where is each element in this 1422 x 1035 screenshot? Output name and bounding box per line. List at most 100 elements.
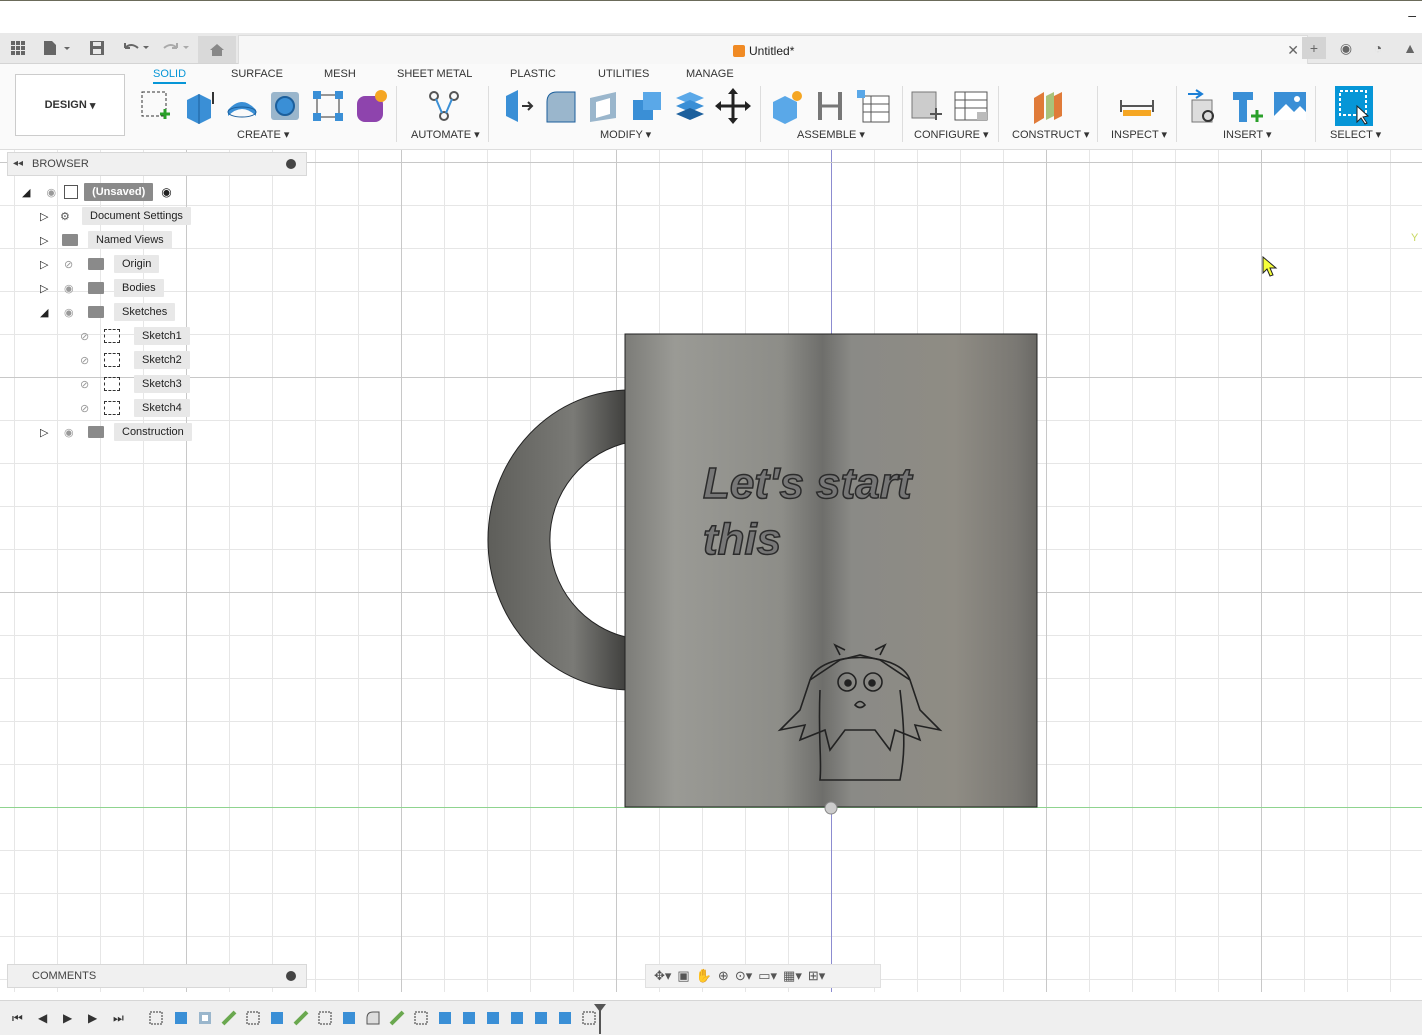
tab-plastic[interactable]: PLASTIC (510, 68, 556, 80)
insert-mcmaster-icon[interactable] (1229, 88, 1265, 124)
go-to-start-icon[interactable]: ⏮ (12, 1011, 23, 1026)
group-automate[interactable]: AUTOMATE ▾ (411, 128, 480, 141)
timeline-sweep-icon[interactable] (389, 1010, 405, 1026)
look-at-icon[interactable]: ▣ (677, 968, 689, 984)
timeline-extrude-icon[interactable] (341, 1010, 357, 1026)
hidden-eye-icon[interactable]: ⊘ (64, 258, 88, 271)
group-inspect[interactable]: INSPECT ▾ (1111, 128, 1167, 141)
comments-panel-header[interactable]: COMMENTS (7, 964, 307, 988)
tab-surface[interactable]: SURFACE (231, 68, 283, 80)
bill-of-materials-icon[interactable] (855, 88, 891, 124)
pan-icon[interactable]: ✋ (696, 968, 712, 984)
activate-radio-icon[interactable]: ◉ (161, 185, 171, 199)
insert-canvas-icon[interactable] (1272, 88, 1308, 124)
visibility-eye-icon[interactable]: ◉ (64, 426, 88, 439)
tab-utilities[interactable]: UTILITIES (598, 68, 649, 80)
select-tool-button[interactable] (1335, 86, 1373, 126)
browser-panel-header[interactable]: ◂◂ BROWSER (7, 152, 307, 176)
tree-root[interactable]: ◢ ◉ (Unsaved) ◉ (22, 182, 172, 202)
visibility-eye-icon[interactable]: ◉ (64, 282, 88, 295)
display-settings-icon[interactable]: ▭▾ (758, 968, 777, 984)
expand-triangle-icon[interactable]: ▷ (40, 210, 60, 223)
grid-settings-icon[interactable]: ▦▾ (783, 968, 802, 984)
document-tab[interactable]: Untitled* ✕ (238, 35, 1308, 64)
extensions-icon[interactable]: ◉ (1334, 37, 1358, 59)
tab-mesh[interactable]: MESH (324, 68, 356, 80)
automate-icon[interactable] (426, 88, 462, 124)
minimize-icon[interactable]: – (1408, 7, 1416, 23)
move-copy-icon[interactable] (715, 88, 751, 124)
insert-derive-icon[interactable] (1186, 88, 1222, 124)
expand-triangle-icon[interactable]: ▷ (40, 234, 62, 247)
redo-icon[interactable] (161, 39, 191, 57)
expand-triangle-icon[interactable]: ▷ (40, 426, 64, 439)
tree-item-sketch3[interactable]: ⊘ Sketch3 (80, 374, 190, 394)
viewport-canvas[interactable]: Let's start this Y (0, 150, 1422, 992)
timeline-sketch-icon[interactable] (317, 1010, 333, 1026)
hidden-eye-icon[interactable]: ⊘ (80, 378, 104, 391)
tab-solid[interactable]: SOLID (153, 68, 187, 84)
hidden-eye-icon[interactable]: ⊘ (80, 330, 104, 343)
tree-item-bodies[interactable]: ▷ ◉ Bodies (40, 278, 164, 298)
collapse-panel-icon[interactable]: ◂◂ (13, 158, 23, 169)
expand-triangle-icon[interactable]: ▷ (40, 258, 64, 271)
app-grid-icon[interactable] (10, 39, 26, 57)
close-tab-icon[interactable]: ✕ (1287, 42, 1299, 59)
tree-item-sketch1[interactable]: ⊘ Sketch1 (80, 326, 190, 346)
timeline-sketch-icon[interactable] (148, 1010, 164, 1026)
joint-icon[interactable] (812, 88, 848, 124)
timeline-sweep-icon[interactable] (221, 1010, 237, 1026)
play-icon[interactable]: ▶ (63, 1011, 72, 1025)
tree-item-sketch2[interactable]: ⊘ Sketch2 (80, 350, 190, 370)
new-component-icon[interactable] (769, 88, 805, 124)
tree-item-document-settings[interactable]: ▷ ⚙ Document Settings (40, 206, 191, 226)
change-parameters-icon[interactable] (910, 88, 946, 124)
pattern-icon[interactable] (310, 88, 346, 124)
go-to-end-icon[interactable]: ⏭ (113, 1011, 124, 1026)
new-tab-button[interactable]: + (1302, 37, 1326, 59)
hidden-eye-icon[interactable]: ⊘ (80, 402, 104, 415)
extrude-icon[interactable] (181, 88, 217, 124)
group-configure[interactable]: CONFIGURE ▾ (914, 128, 989, 141)
mug-model[interactable] (480, 330, 1050, 820)
tree-item-sketch4[interactable]: ⊘ Sketch4 (80, 398, 190, 418)
group-insert[interactable]: INSERT ▾ (1223, 128, 1272, 141)
step-back-icon[interactable]: ◀ (38, 1011, 47, 1025)
group-select[interactable]: SELECT ▾ (1330, 128, 1381, 141)
workspace-switcher[interactable]: DESIGN ▾ (15, 74, 125, 136)
shell-icon[interactable] (586, 88, 622, 124)
timeline-extrude-icon[interactable] (485, 1010, 501, 1026)
offset-face-icon[interactable] (672, 88, 708, 124)
notifications-icon[interactable]: ▲ (1398, 37, 1422, 59)
expanded-triangle-icon[interactable]: ◢ (40, 306, 64, 319)
create-sketch-icon[interactable] (138, 88, 174, 124)
home-button[interactable] (198, 36, 236, 63)
timeline-extrude-icon[interactable] (509, 1010, 525, 1026)
timeline-extrude-icon[interactable] (437, 1010, 453, 1026)
timeline-extrude-icon[interactable] (269, 1010, 285, 1026)
tab-manage[interactable]: MANAGE (686, 68, 734, 80)
tree-item-sketches[interactable]: ◢ ◉ Sketches (40, 302, 176, 322)
tab-sheet-metal[interactable]: SHEET METAL (397, 68, 472, 80)
revolve-icon[interactable] (224, 88, 260, 124)
expand-triangle-icon[interactable]: ▷ (40, 282, 64, 295)
timeline-fillet-icon[interactable] (365, 1010, 381, 1026)
timeline-sketch-icon[interactable] (245, 1010, 261, 1026)
origin-point-icon[interactable] (822, 801, 840, 815)
timeline-extrude-icon[interactable] (461, 1010, 477, 1026)
tree-item-named-views[interactable]: ▷ Named Views (40, 230, 172, 250)
zoom-icon[interactable]: ⊕ (718, 968, 729, 984)
configure-table-icon[interactable] (953, 88, 989, 124)
form-icon[interactable] (353, 88, 389, 124)
group-create[interactable]: CREATE ▾ (237, 128, 289, 141)
offset-plane-icon[interactable] (1030, 88, 1066, 124)
viewports-icon[interactable]: ⊞▾ (808, 968, 825, 984)
visibility-eye-icon[interactable]: ◉ (46, 186, 56, 199)
tree-item-construction[interactable]: ▷ ◉ Construction (40, 422, 192, 442)
combine-icon[interactable] (629, 88, 665, 124)
file-icon[interactable] (42, 39, 70, 57)
group-construct[interactable]: CONSTRUCT ▾ (1012, 128, 1089, 141)
minimize-panel-icon[interactable] (286, 159, 296, 169)
step-forward-icon[interactable]: ▶ (88, 1011, 97, 1025)
job-status-icon[interactable]: ◔ (1366, 37, 1390, 59)
